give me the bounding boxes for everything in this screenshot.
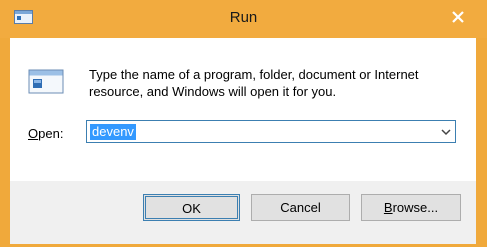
open-label: Open: <box>28 126 63 141</box>
ok-button-label: OK <box>145 196 238 219</box>
chevron-down-icon[interactable] <box>441 128 451 136</box>
open-label-mnemonic: O <box>28 126 39 141</box>
run-program-icon <box>28 69 64 94</box>
close-button[interactable] <box>437 6 479 28</box>
instruction-line-2: resource, and Windows will open it for y… <box>89 84 337 99</box>
browse-label: rowse... <box>392 200 439 215</box>
browse-button[interactable]: Browse... <box>361 194 461 221</box>
title-bar[interactable]: Run <box>0 0 487 38</box>
instruction-line-1: Type the name of a program, folder, docu… <box>89 67 419 82</box>
browse-mnemonic: B <box>383 200 393 215</box>
cancel-button[interactable]: Cancel <box>251 194 350 221</box>
open-combobox[interactable]: devenv <box>86 120 456 143</box>
window-title: Run <box>229 9 258 26</box>
run-dialog: Run Type the name of a program, folder, … <box>0 0 487 247</box>
ok-button[interactable]: OK <box>143 194 240 221</box>
close-icon <box>452 11 464 23</box>
open-label-text: pen: <box>38 126 64 141</box>
open-input-value[interactable]: devenv <box>90 124 136 140</box>
instruction-text: Type the name of a program, folder, docu… <box>89 66 469 100</box>
